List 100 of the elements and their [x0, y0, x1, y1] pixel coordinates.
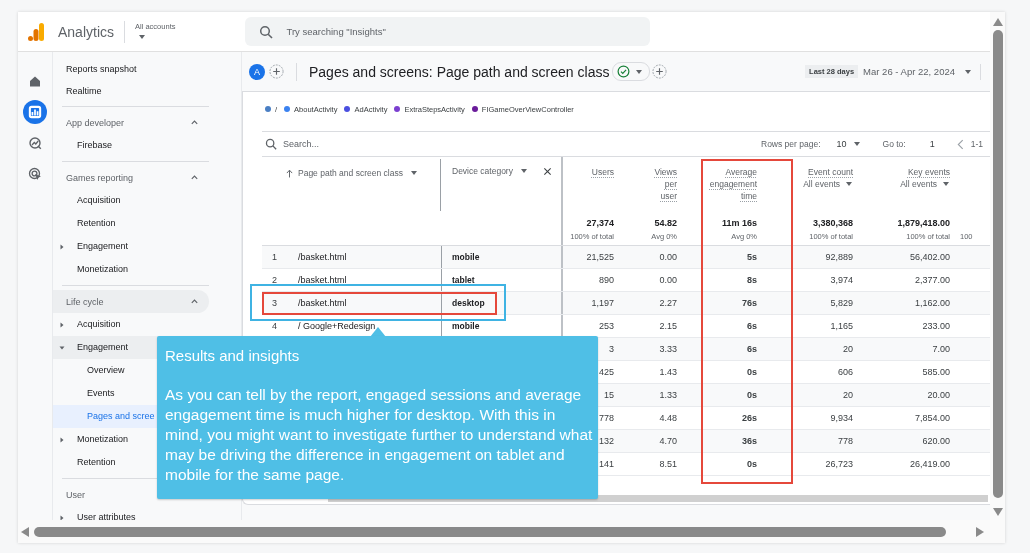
total-value: 11m 16s: [721, 218, 757, 228]
add-comparison-icon[interactable]: [269, 64, 284, 79]
column-title[interactable]: Device category: [452, 166, 513, 176]
total-value: 54.82: [654, 218, 677, 228]
table-cell: 8s: [747, 275, 757, 285]
close-icon[interactable]: [542, 166, 552, 176]
table-cell: 21,525: [586, 252, 614, 262]
table-cell: tablet: [452, 275, 475, 285]
table-cell: /basket.html: [298, 298, 347, 308]
triangle-icon[interactable]: [59, 345, 65, 351]
table-cell: 1,197: [591, 298, 614, 308]
table-cell: 20: [843, 344, 853, 354]
caret-icon[interactable]: [519, 167, 528, 175]
table-cell: 92,889: [825, 252, 853, 262]
triangle-icon[interactable]: [59, 244, 65, 250]
table-cell: 5,829: [830, 298, 853, 308]
column-header[interactable]: Users: [591, 166, 614, 178]
triangle-icon[interactable]: [59, 322, 65, 328]
scrollbar-thumb[interactable]: [34, 526, 946, 537]
table-cell: 2.15: [659, 321, 677, 331]
nav-link[interactable]: Reports snapshot: [53, 58, 209, 80]
table-cell: 4.70: [659, 436, 677, 446]
go-to-label: Go to:: [882, 139, 906, 149]
scroll-up-arrow-icon[interactable]: [992, 18, 1003, 26]
nav-section-header[interactable]: Games reporting: [53, 166, 209, 189]
nav-item[interactable]: Firebase: [53, 134, 209, 157]
table-cell: 6s: [747, 344, 757, 354]
nav-section-header[interactable]: App developer: [53, 111, 209, 134]
column-header[interactable]: Key events: [907, 166, 950, 178]
table-cell: / Google+Redesign: [298, 321, 376, 331]
nav-item[interactable]: Engagement: [53, 235, 209, 258]
events-filter-dropdown[interactable]: All events: [803, 179, 853, 189]
table-cell: 2.27: [659, 298, 677, 308]
table-cell: 20: [843, 390, 853, 400]
table-cell: 0s: [747, 390, 757, 400]
avatar[interactable]: A: [249, 63, 265, 80]
table-cell: 20.00: [927, 390, 950, 400]
table-cell: 0s: [747, 367, 757, 377]
scroll-right-arrow-icon[interactable]: [976, 526, 984, 537]
scroll-down-arrow-icon[interactable]: [992, 508, 1003, 516]
search-field[interactable]: Try searching "Insights": [245, 17, 651, 46]
nav-item[interactable]: User attributes: [53, 506, 209, 520]
nav-item[interactable]: Acquisition: [53, 189, 209, 212]
nav-item[interactable]: Acquisition: [53, 313, 209, 336]
go-to-field[interactable]: 1: [929, 139, 935, 149]
sort-arrow-icon[interactable]: [286, 168, 293, 178]
events-filter-dropdown[interactable]: All events: [900, 179, 950, 189]
total-value: 27,374: [586, 218, 614, 228]
table-cell: 8.51: [659, 459, 677, 469]
nav-section-header[interactable]: Life cycle: [53, 290, 209, 313]
table-cell: 9,934: [830, 413, 853, 423]
triangle-icon[interactable]: [59, 437, 65, 443]
product-name: Analytics: [58, 23, 115, 40]
table-cell: 606: [837, 367, 853, 377]
table-cell: 778: [837, 436, 853, 446]
scroll-left-arrow-icon[interactable]: [21, 526, 29, 537]
column-header[interactable]: Views per user: [647, 166, 677, 202]
row-number: 3: [272, 298, 277, 308]
table-cell: 26s: [741, 413, 757, 423]
table-cell: 1.43: [659, 367, 677, 377]
add-icon[interactable]: [652, 64, 668, 79]
caret-icon[interactable]: [409, 169, 418, 177]
search-icon: [259, 25, 274, 39]
date-range-picker[interactable]: Mar 26 - Apr 22, 2024: [863, 66, 972, 77]
rows-per-page-select[interactable]: 10: [836, 139, 861, 149]
triangle-icon[interactable]: [59, 515, 65, 520]
column-title[interactable]: Page path and screen class: [298, 168, 403, 178]
table-cell: 1.33: [659, 390, 677, 400]
table-cell: 0s: [747, 459, 757, 469]
bar-chart-icon[interactable]: [23, 99, 47, 124]
caret-icon: [845, 180, 853, 188]
table-cell: 5s: [747, 252, 757, 262]
trend-chart-icon[interactable]: [28, 135, 42, 150]
table-cell: 15: [604, 390, 614, 400]
caret-icon: [635, 67, 644, 76]
table-cell: 1,162.00: [914, 298, 950, 308]
total-value: 3,380,368: [812, 218, 853, 228]
table-cell: 778: [598, 413, 614, 423]
column-header[interactable]: Event count: [808, 166, 853, 178]
target-cursor-icon[interactable]: [28, 166, 42, 181]
table-cell: 7.00: [932, 344, 950, 354]
caret-icon: [852, 140, 861, 148]
table-cell: 3: [609, 344, 614, 354]
table-cell: 0.00: [659, 252, 677, 262]
column-header[interactable]: Average engagement time: [693, 166, 757, 202]
status-chip[interactable]: [612, 62, 651, 81]
nav-item[interactable]: Retention: [53, 212, 209, 235]
table-cell: 620.00: [922, 436, 950, 446]
table-cell: 141: [598, 459, 614, 469]
caret-icon: [138, 33, 147, 41]
table-cell: 585.00: [922, 367, 950, 377]
rows-per-page-label: Rows per page:: [761, 139, 821, 149]
row-number: 2: [272, 275, 277, 285]
nav-link[interactable]: Realtime: [53, 80, 209, 102]
scrollbar-thumb[interactable]: [992, 30, 1003, 498]
table-cell: /basket.html: [298, 275, 347, 285]
nav-item[interactable]: Monetization: [53, 258, 209, 281]
table-cell: 253: [598, 321, 614, 331]
table-cell: 2,377.00: [914, 275, 950, 285]
table-cell: 3.33: [659, 344, 677, 354]
